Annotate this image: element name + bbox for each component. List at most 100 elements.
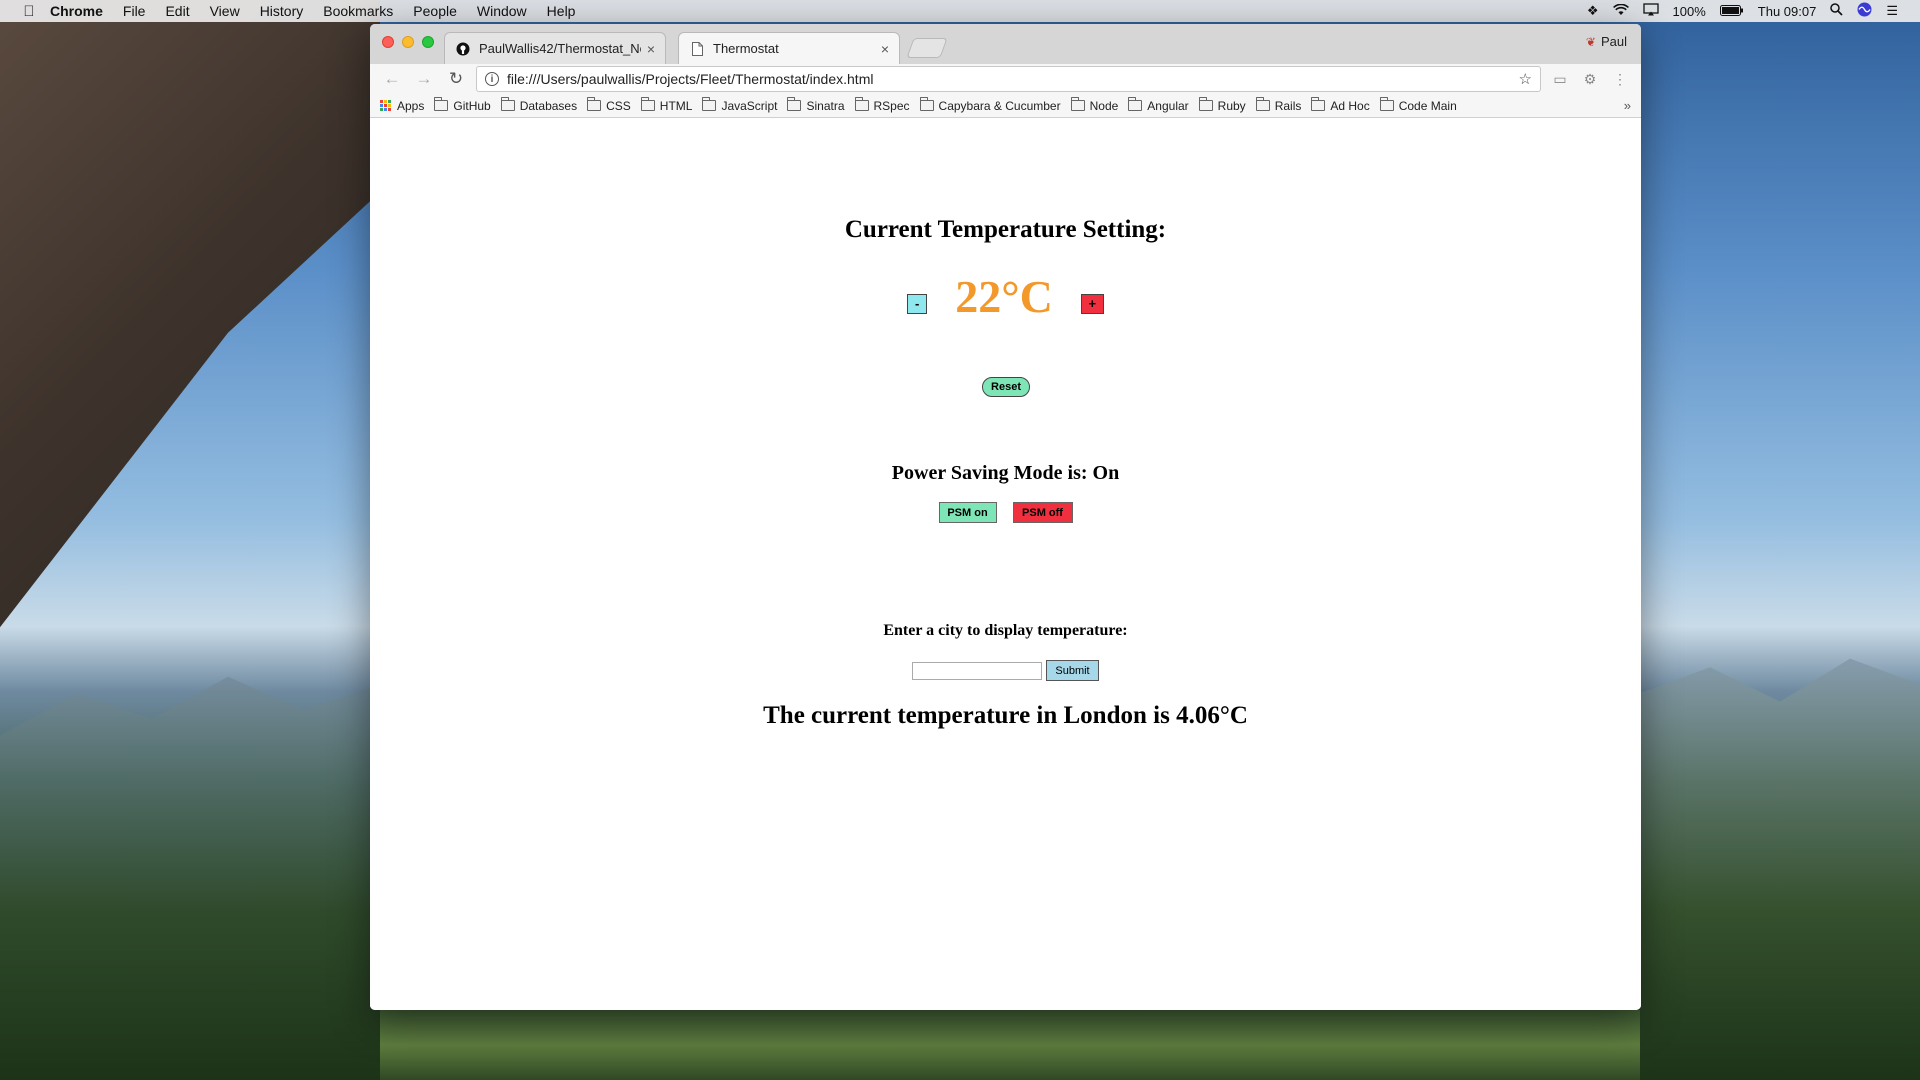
wifi-icon[interactable] <box>1612 3 1629 19</box>
bookmark-ad-hoc[interactable]: Ad Hoc <box>1311 97 1370 113</box>
folder-icon <box>640 97 655 111</box>
bookmark-ruby[interactable]: Ruby <box>1198 97 1246 113</box>
bookmark-rspec[interactable]: RSpec <box>854 97 910 113</box>
airplay-icon[interactable] <box>1642 3 1659 19</box>
bookmark-star-icon[interactable]: ☆ <box>1519 70 1532 88</box>
folder-icon <box>500 97 515 111</box>
power-saving-status: Power Saving Mode is: On <box>891 462 1120 484</box>
bookmarks-overflow-icon[interactable]: » <box>1624 98 1631 113</box>
folder-icon <box>1128 97 1143 111</box>
bookmark-label: Apps <box>397 98 425 113</box>
bookmark-label: Ad Hoc <box>1330 98 1370 113</box>
menu-history[interactable]: History <box>260 3 304 19</box>
bookmark-label: GitHub <box>453 98 491 113</box>
apps-grid-dot <box>384 104 387 107</box>
new-tab-button[interactable] <box>906 38 948 58</box>
dropbox-icon[interactable]: ❖ <box>1587 3 1599 19</box>
temperature-controls: - 22°C + <box>370 270 1641 323</box>
browser-toolbar: ← → ↻ i file:///Users/paulwallis/Project… <box>370 64 1641 94</box>
folder-icon <box>1255 97 1270 111</box>
apple-icon[interactable]:  <box>20 3 38 20</box>
desktop-mountains-right <box>1640 658 1920 1080</box>
back-button[interactable]: ← <box>380 69 404 89</box>
bookmark-angular[interactable]: Angular <box>1128 97 1189 113</box>
tab-thermostat[interactable]: Thermostat × <box>678 32 900 64</box>
menu-help[interactable]: Help <box>547 3 576 19</box>
psm-off-button[interactable]: PSM off <box>1012 502 1073 523</box>
reset-button[interactable]: Reset <box>982 377 1030 397</box>
menu-view[interactable]: View <box>210 3 240 19</box>
chrome-menu-icon[interactable]: ⋮ <box>1609 71 1631 88</box>
folder-icon <box>1379 97 1394 111</box>
folder-icon <box>1311 97 1326 111</box>
info-icon[interactable]: i <box>485 72 499 86</box>
close-window-button[interactable] <box>382 36 394 48</box>
apps-grid-dot <box>380 100 383 103</box>
apps-grid-dot <box>388 100 391 103</box>
bookmark-apps[interactable]: Apps <box>380 99 424 113</box>
menu-edit[interactable]: Edit <box>165 3 189 19</box>
url-text[interactable]: file:///Users/paulwallis/Projects/Fleet/… <box>507 71 1519 87</box>
psm-on-button[interactable]: PSM on <box>938 502 997 523</box>
extension-gear-icon[interactable]: ⚙ <box>1579 71 1601 88</box>
increase-temperature-button[interactable]: + <box>1080 293 1104 314</box>
decrease-temperature-button[interactable]: - <box>907 293 928 314</box>
mac-menubar:  Chrome File Edit View History Bookmark… <box>0 0 1920 22</box>
desktop-cliff <box>0 0 380 628</box>
apps-grid-dot <box>384 108 387 111</box>
page-icon <box>689 41 705 57</box>
bookmark-label: Code Main <box>1398 98 1457 113</box>
spotlight-search-icon[interactable] <box>1830 3 1843 19</box>
bookmark-label: JavaScript <box>721 98 778 113</box>
bookmark-rails[interactable]: Rails <box>1255 97 1301 113</box>
profile-name: Paul <box>1600 34 1627 49</box>
bookmark-label: RSpec <box>873 98 910 113</box>
menu-chrome[interactable]: Chrome <box>50 3 103 19</box>
menu-file[interactable]: File <box>123 3 146 19</box>
folder-icon <box>787 97 802 111</box>
menu-window[interactable]: Window <box>477 3 527 19</box>
folder-icon <box>1198 97 1213 111</box>
notification-center-icon[interactable]: ☰ <box>1886 3 1898 19</box>
zoom-window-button[interactable] <box>422 36 434 48</box>
reload-button[interactable]: ↻ <box>444 69 468 89</box>
apps-grid-icon <box>380 100 391 111</box>
bookmark-label: Ruby <box>1217 98 1246 113</box>
bookmark-databases[interactable]: Databases <box>500 97 577 113</box>
battery-icon[interactable] <box>1719 4 1744 19</box>
desktop-mountains-left <box>0 676 380 1080</box>
menu-people[interactable]: People <box>413 3 457 19</box>
menu-bookmarks[interactable]: Bookmarks <box>323 3 393 19</box>
bookmark-github[interactable]: GitHub <box>434 97 491 113</box>
window-controls <box>382 36 434 48</box>
profile-button[interactable]: ❦ Paul <box>1586 34 1627 49</box>
bookmark-capybara-cucumber[interactable]: Capybara & Cucumber <box>919 97 1061 113</box>
clock[interactable]: Thu 09:07 <box>1758 4 1817 19</box>
bookmark-css[interactable]: CSS <box>587 97 631 113</box>
minimize-window-button[interactable] <box>402 36 414 48</box>
apps-grid-dot <box>384 100 387 103</box>
bookmark-node[interactable]: Node <box>1070 97 1118 113</box>
city-prompt-label: Enter a city to display temperature: <box>883 622 1128 639</box>
tab-close-icon[interactable]: × <box>647 41 655 57</box>
submit-button[interactable]: Submit <box>1046 660 1099 681</box>
address-bar[interactable]: i file:///Users/paulwallis/Projects/Flee… <box>476 66 1541 92</box>
apps-grid-dot <box>388 108 391 111</box>
bookmarks-bar: Apps GitHub Databases CSS HTML JavaScrip… <box>370 94 1641 118</box>
bookmark-code-main[interactable]: Code Main <box>1379 97 1457 113</box>
extension-icon[interactable]: ▭ <box>1549 71 1571 88</box>
siri-icon[interactable] <box>1857 2 1872 20</box>
bookmark-label: Capybara & Cucumber <box>938 98 1061 113</box>
tab-github[interactable]: PaulWallis42/Thermostat_New × <box>444 32 666 64</box>
folder-icon <box>1070 97 1085 111</box>
bookmark-javascript[interactable]: JavaScript <box>702 97 778 113</box>
bookmark-label: HTML <box>659 98 693 113</box>
folder-icon <box>919 97 934 111</box>
forward-button[interactable]: → <box>412 69 436 89</box>
tab-close-icon[interactable]: × <box>881 41 889 57</box>
tab-title: Thermostat <box>713 41 779 56</box>
bookmark-html[interactable]: HTML <box>640 97 693 113</box>
battery-percent: 100% <box>1672 3 1706 19</box>
bookmark-sinatra[interactable]: Sinatra <box>787 97 845 113</box>
city-input[interactable] <box>912 662 1042 680</box>
